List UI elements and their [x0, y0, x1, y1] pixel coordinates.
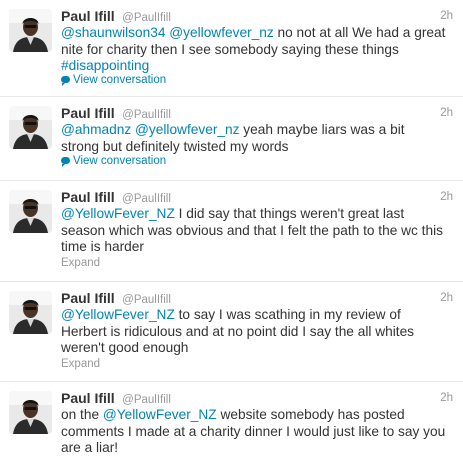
speech-bubble-icon	[61, 157, 70, 167]
author-name[interactable]: Paul Ifill	[61, 290, 115, 306]
tweet-text: @shaunwilson34 @yellowfever_nz no not at…	[61, 25, 446, 75]
avatar[interactable]	[9, 391, 52, 434]
view-conversation-link[interactable]: View conversation	[61, 73, 166, 87]
view-conversation-label: View conversation	[73, 155, 167, 167]
author-handle[interactable]: @PaulIfill	[122, 109, 171, 121]
tweet-header: Paul Ifill @PaulIfill 2h	[61, 189, 453, 205]
tweet-text: @YellowFever_NZ to say I was scathing in…	[61, 307, 446, 357]
avatar[interactable]	[9, 106, 52, 149]
author-handle[interactable]: @PaulIfill	[122, 294, 171, 306]
tweet-header: Paul Ifill @PaulIfill 2h	[61, 390, 453, 406]
tweet-timestamp[interactable]: 2h	[440, 8, 453, 24]
author-name[interactable]: Paul Ifill	[61, 8, 115, 24]
tweet-text: on the @YellowFever_NZ website somebody …	[61, 407, 446, 457]
tweet-text: @ahmadnz @yellowfever_nz yeah maybe liar…	[61, 122, 446, 155]
mention-link[interactable]: @YellowFever_NZ	[61, 206, 175, 221]
avatar[interactable]	[9, 291, 52, 334]
author-name[interactable]: Paul Ifill	[61, 390, 115, 406]
tweet-header: Paul Ifill @PaulIfill 2h	[61, 290, 453, 306]
tweet-item[interactable]: Paul Ifill @PaulIfill 2h @ahmadnz @yello…	[0, 97, 463, 181]
tweet-item[interactable]: Paul Ifill @PaulIfill 2h @shaunwilson34 …	[0, 0, 463, 97]
view-conversation-label: View conversation	[73, 74, 167, 86]
tweet-text: @YellowFever_NZ I did say that things we…	[61, 206, 446, 256]
mention-link[interactable]: @shaunwilson34	[61, 25, 165, 40]
tweet-item[interactable]: Paul Ifill @PaulIfill 2h @YellowFever_NZ…	[0, 282, 463, 382]
author-name[interactable]: Paul Ifill	[61, 105, 115, 121]
mention-link[interactable]: @YellowFever_NZ	[61, 307, 175, 322]
author-handle[interactable]: @PaulIfill	[122, 394, 171, 406]
speech-bubble-icon	[61, 76, 70, 86]
mention-link[interactable]: @YellowFever_NZ	[103, 407, 217, 422]
author-name[interactable]: Paul Ifill	[61, 189, 115, 205]
tweet-item[interactable]: Paul Ifill @PaulIfill 2h @YellowFever_NZ…	[0, 181, 463, 282]
tweet-timestamp[interactable]: 2h	[440, 290, 453, 306]
tweet-item[interactable]: Paul Ifill @PaulIfill 2h on the @YellowF…	[0, 382, 463, 458]
hashtag-link[interactable]: #disappointing	[61, 58, 149, 73]
tweet-header: Paul Ifill @PaulIfill 2h	[61, 105, 453, 121]
tweet-timeline: Paul Ifill @PaulIfill 2h @shaunwilson34 …	[0, 0, 463, 458]
tweet-timestamp[interactable]: 2h	[440, 189, 453, 205]
expand-link[interactable]: Expand	[61, 357, 100, 371]
tweet-timestamp[interactable]: 2h	[440, 390, 453, 406]
mention-link[interactable]: @yellowfever_nz	[135, 122, 239, 137]
author-handle[interactable]: @PaulIfill	[122, 193, 171, 205]
tweet-header: Paul Ifill @PaulIfill 2h	[61, 8, 453, 24]
tweet-timestamp[interactable]: 2h	[440, 105, 453, 121]
tweet-text-segment: on the	[61, 407, 103, 422]
author-handle[interactable]: @PaulIfill	[122, 12, 171, 24]
avatar[interactable]	[9, 190, 52, 233]
view-conversation-link[interactable]: View conversation	[61, 154, 166, 168]
expand-link[interactable]: Expand	[61, 256, 100, 270]
mention-link[interactable]: @yellowfever_nz	[169, 25, 273, 40]
avatar[interactable]	[9, 9, 52, 52]
mention-link[interactable]: @ahmadnz	[61, 122, 131, 137]
